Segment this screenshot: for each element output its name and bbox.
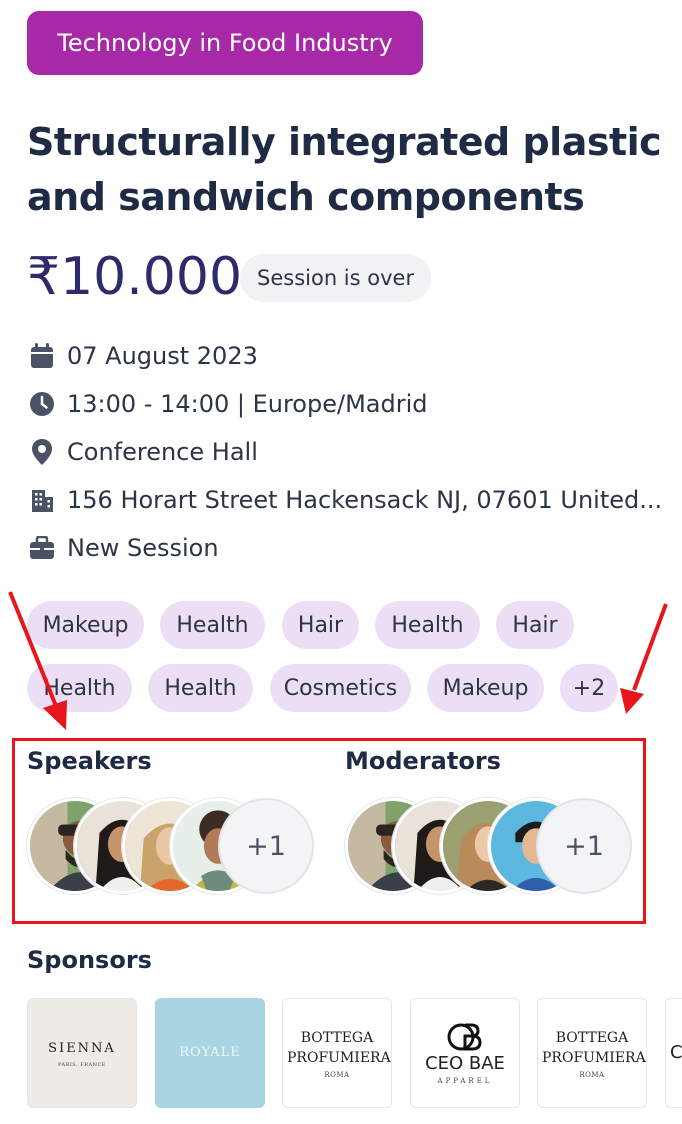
sponsor-logo[interactable]: BOTTEGA PROFUMIERA ROMA <box>282 998 392 1108</box>
right-arrow <box>620 603 668 714</box>
sponsor-logo[interactable]: C <box>665 998 682 1108</box>
sponsor-logo[interactable]: SIENNA PARIS, FRANCE <box>27 998 137 1108</box>
left-arrow <box>8 591 67 730</box>
sponsor-sub: PARIS, FRANCE <box>58 1061 106 1068</box>
sponsor-sub: ROMA <box>579 1070 605 1079</box>
sponsor-sub: APPAREL <box>437 1076 493 1085</box>
sponsor-logo[interactable]: CEO BAE APPAREL <box>410 998 520 1108</box>
speakers-more-count[interactable]: +1 <box>218 798 314 894</box>
speakers-heading: Speakers <box>27 747 152 775</box>
sponsor-logo[interactable]: ROYALE <box>155 998 265 1108</box>
sponsors-heading: Sponsors <box>27 946 152 974</box>
sponsor-name: C <box>670 1042 682 1063</box>
ceo-bae-monogram-icon <box>447 1023 482 1050</box>
sponsor-logo[interactable]: BOTTEGA PROFUMIERA ROMA <box>537 998 647 1108</box>
sponsor-name: SIENNA <box>48 1040 116 1056</box>
annotation-arrows <box>8 591 668 730</box>
sponsor-name: ROYALE <box>179 1045 241 1060</box>
sponsor-name: BOTTEGA PROFUMIERA <box>542 1029 646 1066</box>
moderators-more-count[interactable]: +1 <box>536 798 632 894</box>
moderators-heading: Moderators <box>345 747 501 775</box>
sponsor-name: BOTTEGA PROFUMIERA <box>287 1029 391 1066</box>
sponsor-name: CEO BAE <box>425 1052 505 1074</box>
sponsor-sub: ROMA <box>324 1070 350 1079</box>
